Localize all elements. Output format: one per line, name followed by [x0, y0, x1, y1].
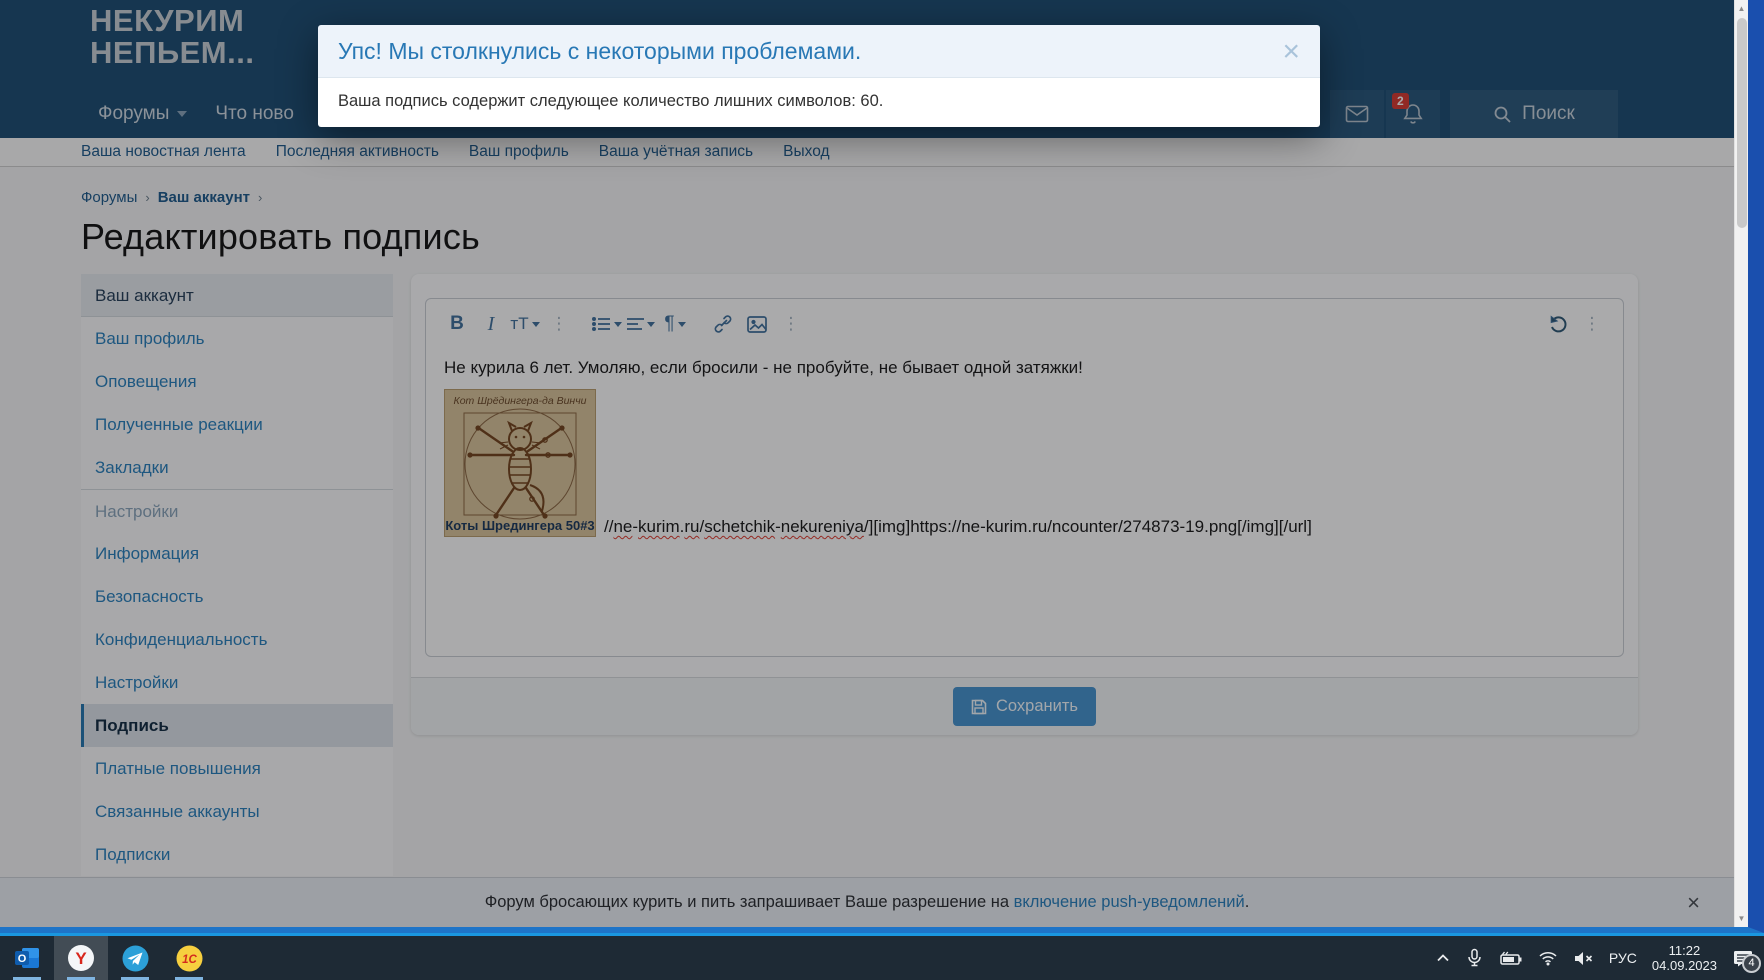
taskbar-apps: O Y 1С [0, 936, 216, 980]
error-modal: Упс! Мы столкнулись с некоторыми проблем… [318, 25, 1320, 127]
taskbar: O Y 1С [0, 933, 1764, 980]
taskbar-telegram-button[interactable] [108, 936, 162, 980]
screen: НЕКУРИМ НЕПЬЕМ... Форумы Что ново [0, 0, 1764, 980]
yandex-letter: Y [75, 949, 87, 968]
yandex-browser-icon: Y [67, 944, 95, 972]
scrollbar-up-arrow[interactable]: ▲ [1735, 4, 1748, 13]
scrollbar-thumb[interactable] [1737, 18, 1747, 228]
error-modal-header: Упс! Мы столкнулись с некоторыми проблем… [318, 25, 1320, 77]
volume-muted-icon[interactable] [1573, 950, 1594, 967]
clock[interactable]: 11:22 04.09.2023 [1652, 943, 1717, 973]
taskbar-outlook-button[interactable]: O [0, 936, 54, 980]
wifi-icon[interactable] [1538, 950, 1558, 966]
error-modal-message: Ваша подпись содержит следующее количест… [318, 77, 1320, 127]
browser-scrollbar[interactable]: ▲ ▼ [1734, 0, 1748, 927]
telegram-icon [122, 945, 149, 972]
page-area: НЕКУРИМ НЕПЬЕМ... Форумы Что ново [0, 0, 1734, 927]
language-indicator[interactable]: РУС [1609, 950, 1637, 966]
clock-time: 11:22 [1652, 943, 1717, 958]
tray-expand-chevron-icon[interactable] [1435, 951, 1451, 965]
system-tray: РУС 11:22 04.09.2023 4 [1435, 936, 1764, 980]
1c-icon: 1С [176, 945, 203, 972]
outlook-icon: O [14, 945, 41, 971]
outlook-letter: O [17, 953, 26, 965]
action-center-button[interactable]: 4 [1732, 948, 1754, 969]
battery-charging-icon[interactable] [1498, 950, 1523, 966]
close-icon[interactable]: × [1282, 42, 1300, 62]
error-modal-title: Упс! Мы столкнулись с некоторыми проблем… [338, 38, 861, 65]
notification-badge: 4 [1742, 954, 1761, 973]
scrollbar-down-arrow[interactable]: ▼ [1735, 914, 1748, 923]
taskbar-1c-button[interactable]: 1С [162, 936, 216, 980]
modal-overlay[interactable] [0, 0, 1734, 927]
browser-window: НЕКУРИМ НЕПЬЕМ... Форумы Что ново [0, 0, 1764, 933]
clock-date: 04.09.2023 [1652, 958, 1717, 973]
taskbar-yandex-browser-button[interactable]: Y [54, 936, 108, 980]
1c-letters: 1С [182, 954, 197, 966]
microphone-icon[interactable] [1466, 948, 1483, 968]
